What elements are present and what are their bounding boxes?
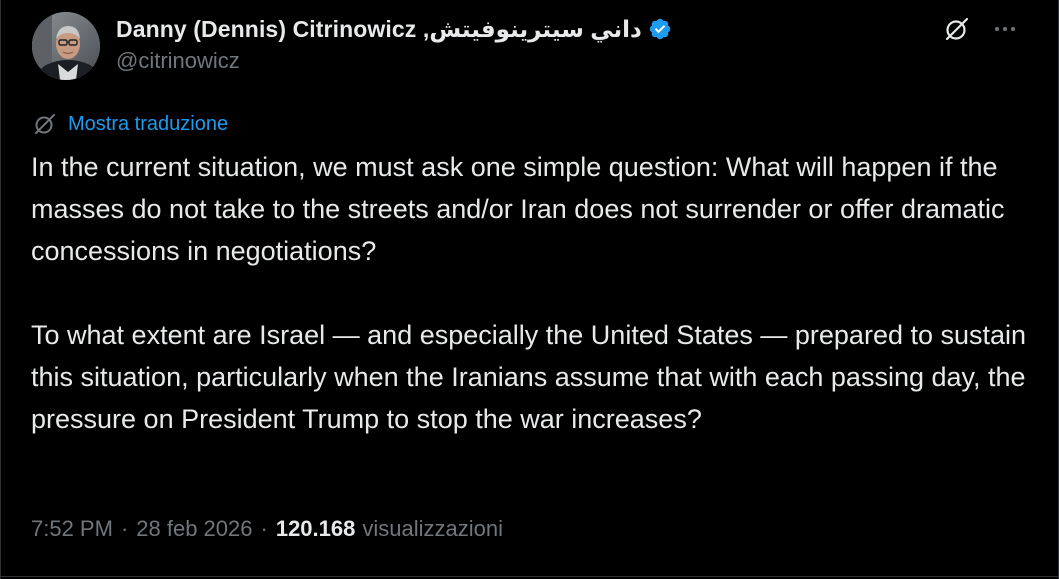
separator: · (260, 516, 268, 541)
avatar-image (32, 12, 100, 80)
show-translation-label[interactable]: Mostra traduzione (68, 113, 228, 136)
tweet-paragraph: To what extent are Israel — and especial… (31, 320, 1027, 434)
verified-badge-icon (649, 18, 671, 40)
divider (0, 576, 1059, 577)
author-name[interactable]: Danny (Dennis) Citrinowicz ,داني سيترينو… (116, 12, 672, 46)
avatar[interactable] (32, 12, 100, 80)
views-label: visualizzazioni (362, 516, 503, 541)
more-icon (995, 27, 999, 31)
tweet-date[interactable]: 28 feb 2026 (136, 516, 252, 542)
tweet-time[interactable]: 7:52 PM (31, 516, 113, 542)
grok-icon[interactable] (942, 14, 972, 44)
show-translation-link[interactable]: Mostra traduzione (32, 111, 228, 137)
grok-icon (35, 114, 55, 134)
display-name[interactable]: Danny (Dennis) Citrinowicz ,داني سيترينو… (116, 16, 642, 43)
author-handle[interactable]: @citrinowicz (116, 48, 240, 74)
more-button[interactable] (990, 16, 1020, 42)
tweet-text: In the current situation, we must ask on… (31, 146, 1031, 440)
tweet-paragraph: In the current situation, we must ask on… (31, 152, 1005, 266)
separator: · (120, 516, 129, 541)
tweet-meta: 7:52 PM · 28 feb 2026 · 120.168 visualiz… (31, 512, 503, 546)
views-count: 120.168 (275, 516, 356, 541)
